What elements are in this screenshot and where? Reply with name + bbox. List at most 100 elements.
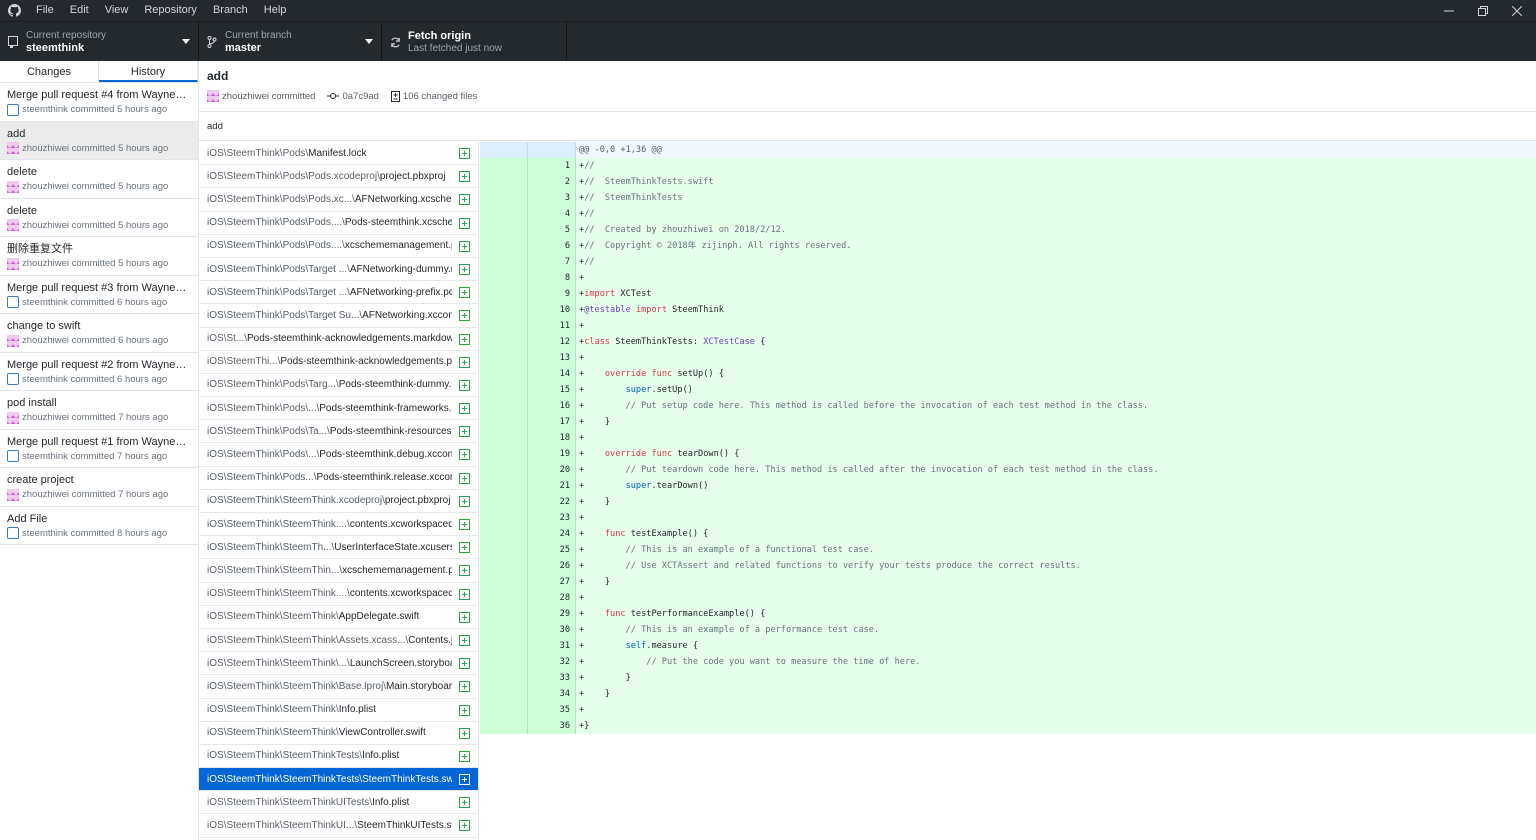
diff-line: 3 +// SteemThinkTests	[480, 190, 1536, 206]
diff-line: 1 +//	[480, 158, 1536, 174]
changed-file-item[interactable]: iOS\SteemThink\Pods\...\Pods-steemthink-…	[199, 397, 478, 421]
changed-file-item[interactable]: iOS\SteemThi...\Pods-steemthink-acknowle…	[199, 351, 478, 374]
commit-list-item[interactable]: pod install zhouzhiwei committed 7 hours …	[0, 391, 198, 430]
diff-line-code: + self.measure {	[579, 641, 699, 651]
file-path: iOS\SteemThink\Pods\Ta...\Pods-steemthin…	[207, 425, 452, 437]
changed-file-item[interactable]: iOS\SteemThink\Pods\Pods.xcodeproj\proje…	[199, 165, 478, 189]
changed-file-item[interactable]: iOS\SteemThink\SteemThink\ViewController…	[199, 722, 478, 745]
changed-file-item[interactable]: iOS\St...\Pods-steemthink-acknowledgemen…	[199, 328, 478, 351]
commit-author-time: steemthink committed 6 hours ago	[22, 373, 168, 385]
diff-line: 2 +// SteemThinkTests.swift	[480, 174, 1536, 190]
changed-file-item[interactable]: iOS\SteemThink\SteemThink....\contents.x…	[199, 513, 478, 537]
changed-file-item[interactable]: iOS\SteemThink\Pods\Pods....\Pods-steemt…	[199, 212, 478, 235]
file-path: iOS\SteemThink\Pods\Target Su...\AFNetwo…	[207, 309, 452, 321]
restore-icon[interactable]	[1466, 0, 1500, 21]
changed-file-item[interactable]: iOS\SteemThink\SteemThinkTests\Info.plis…	[199, 745, 478, 769]
changed-file-item[interactable]: iOS\SteemThink\SteemThink\Assets.xcass..…	[199, 629, 478, 653]
github-logo-icon	[0, 0, 28, 21]
commit-author-time: zhouzhiwei committed 6 hours ago	[22, 335, 169, 346]
changed-file-item[interactable]: iOS\SteemThink\Pods\Target ...\AFNetwork…	[199, 281, 478, 305]
commit-title: Merge pull request #2 from WayneChou...	[7, 358, 191, 371]
close-icon[interactable]	[1500, 0, 1534, 21]
commit-list-item[interactable]: Merge pull request #1 from WayneChou... s…	[0, 430, 198, 468]
menu-file[interactable]: File	[28, 0, 62, 21]
changed-file-item[interactable]: iOS\SteemThink\SteemThink\...\LaunchScre…	[199, 652, 478, 676]
line-number: 17	[528, 414, 576, 430]
menu-edit[interactable]: Edit	[62, 0, 97, 21]
changed-file-item[interactable]: iOS\SteemThink\SteemThink\AppDelegate.sw…	[199, 606, 478, 629]
diff-line: 9 +import XCTest	[480, 286, 1536, 302]
changed-file-item[interactable]: iOS\SteemThink\SteemTh...\UserInterfaceS…	[199, 536, 478, 560]
changed-file-item[interactable]: iOS\SteemThink\Pods\Target ...\AFNetwork…	[199, 258, 478, 282]
commit-sha[interactable]: 0a7c9ad	[342, 91, 378, 102]
commit-list-item[interactable]: change to swift zhouzhiwei committed 6 ho…	[0, 314, 198, 353]
menu-help[interactable]: Help	[256, 0, 295, 21]
line-number: 4	[528, 206, 576, 222]
menu-view[interactable]: View	[97, 0, 137, 21]
commit-list-item[interactable]: delete zhouzhiwei committed 5 hours ago	[0, 160, 198, 199]
repo-name: steemthink	[26, 41, 85, 54]
file-added-icon	[459, 379, 470, 391]
diff-line-code: +// SteemThinkTests	[579, 193, 683, 203]
line-number: 6	[528, 238, 576, 254]
tab-changes[interactable]: Changes	[0, 61, 99, 82]
diff-line-code: +//	[579, 161, 595, 171]
changed-file-item[interactable]: iOS\SteemThink\Pods\Pods....\xcschememan…	[199, 235, 478, 258]
commit-list-item[interactable]: add zhouzhiwei committed 5 hours ago	[0, 121, 198, 160]
changed-file-item[interactable]: iOS\SteemThink\SteemThinkUI...\SteemThin…	[199, 814, 478, 838]
commit-list-item[interactable]: Merge pull request #4 from WayneChou... s…	[0, 83, 198, 122]
diff-line-code: +// Copyright © 2018年 zijinph. All right…	[579, 241, 852, 251]
changed-file-item[interactable]: iOS\SteemThink\SteemThin...\xcschememana…	[199, 559, 478, 583]
file-added-icon	[459, 495, 470, 507]
commit-author-time: zhouzhiwei committed 7 hours ago	[22, 489, 169, 500]
commit-list-item[interactable]: 删除重复文件 zhouzhiwei committed 5 hours ago	[0, 237, 198, 276]
diff-line-code: +import XCTest	[579, 289, 652, 299]
changed-file-item[interactable]: iOS\SteemThink\SteemThink....\contents.x…	[199, 583, 478, 606]
diff-line-code: + // Put the code you want to measure th…	[579, 657, 921, 667]
commit-list-item[interactable]: delete zhouzhiwei committed 5 hours ago	[0, 199, 198, 237]
commit-list-item[interactable]: Add File steemthink committed 8 hours ago	[0, 507, 198, 545]
changed-file-item[interactable]: iOS\SteemThink\Pods\Targ...\Pods-steemth…	[199, 374, 478, 398]
changed-file-item[interactable]: iOS\SteemThink\SteemThink\Base.lproj\Mai…	[199, 675, 478, 699]
fetch-origin-button[interactable]: Fetch origin Last fetched just now	[382, 22, 567, 62]
commit-description: add	[207, 121, 223, 132]
line-number: 7	[528, 254, 576, 270]
changed-file-item[interactable]: iOS\SteemThink\SteemThink\Info.plist	[199, 699, 478, 722]
changed-file-item[interactable]: iOS\SteemThink\Pods\Target Su...\AFNetwo…	[199, 304, 478, 328]
commit-list-item[interactable]: Merge pull request #3 from WayneChou... s…	[0, 276, 198, 314]
changed-file-item[interactable]: iOS\SteemThink\SteemThink.xcodeproj\proj…	[199, 490, 478, 513]
file-added-icon	[459, 727, 470, 739]
line-number: 31	[528, 638, 576, 654]
line-number: 26	[528, 558, 576, 574]
commit-subject: add	[207, 69, 229, 83]
commit-author-time: zhouzhiwei committed 5 hours ago	[22, 181, 169, 192]
changed-file-item[interactable]: iOS\SteemThink\Pods\Ta...\Pods-steemthin…	[199, 420, 478, 444]
changed-file-item[interactable]: iOS\SteemThink\Pods...\Pods-steemthink.r…	[199, 467, 478, 490]
repository-selector[interactable]: Current repository steemthink	[0, 22, 199, 62]
menu-branch[interactable]: Branch	[205, 0, 256, 21]
branch-selector[interactable]: Current branch master	[199, 22, 382, 62]
commit-author-time: steemthink committed 6 hours ago	[22, 296, 168, 308]
file-path: iOS\SteemThink\Pods\Targ...\Pods-steemth…	[207, 379, 452, 391]
file-added-icon	[459, 797, 470, 809]
menu-repository[interactable]: Repository	[136, 0, 205, 21]
changed-file-item[interactable]: iOS\SteemThink\SteemThinkTests\SteemThin…	[199, 768, 478, 792]
tab-history[interactable]: History	[99, 61, 198, 82]
changed-file-item[interactable]: iOS\SteemThink\Pods\...\Pods-steemthink.…	[199, 443, 478, 467]
line-number: 23	[528, 510, 576, 526]
sidebar: Changes History Merge pull request #4 fr…	[0, 61, 199, 840]
line-number: 18	[528, 430, 576, 446]
changed-file-item[interactable]: iOS\SteemThink\SteemThinkUITests\Info.pl…	[199, 791, 478, 815]
commit-author-time: zhouzhiwei committed 5 hours ago	[22, 219, 169, 231]
file-added-icon	[459, 519, 470, 530]
file-added-icon	[459, 634, 470, 646]
file-added-icon	[459, 542, 470, 554]
commit-author-time: steemthink committed 5 hours ago	[22, 104, 168, 115]
commit-meta: zhouzhiwei committed 5 hours ago	[7, 257, 191, 270]
file-added-icon	[459, 263, 470, 275]
commit-list-item[interactable]: create project zhouzhiwei committed 7 hou…	[0, 468, 198, 507]
changed-file-item[interactable]: iOS\SteemThink\Pods\Manifest.lock	[199, 142, 478, 166]
minimize-icon[interactable]	[1432, 0, 1466, 21]
commit-list-item[interactable]: Merge pull request #2 from WayneChou... s…	[0, 353, 198, 391]
changed-file-item[interactable]: iOS\SteemThink\Pods\Pods.xc...\AFNetwork…	[199, 188, 478, 212]
